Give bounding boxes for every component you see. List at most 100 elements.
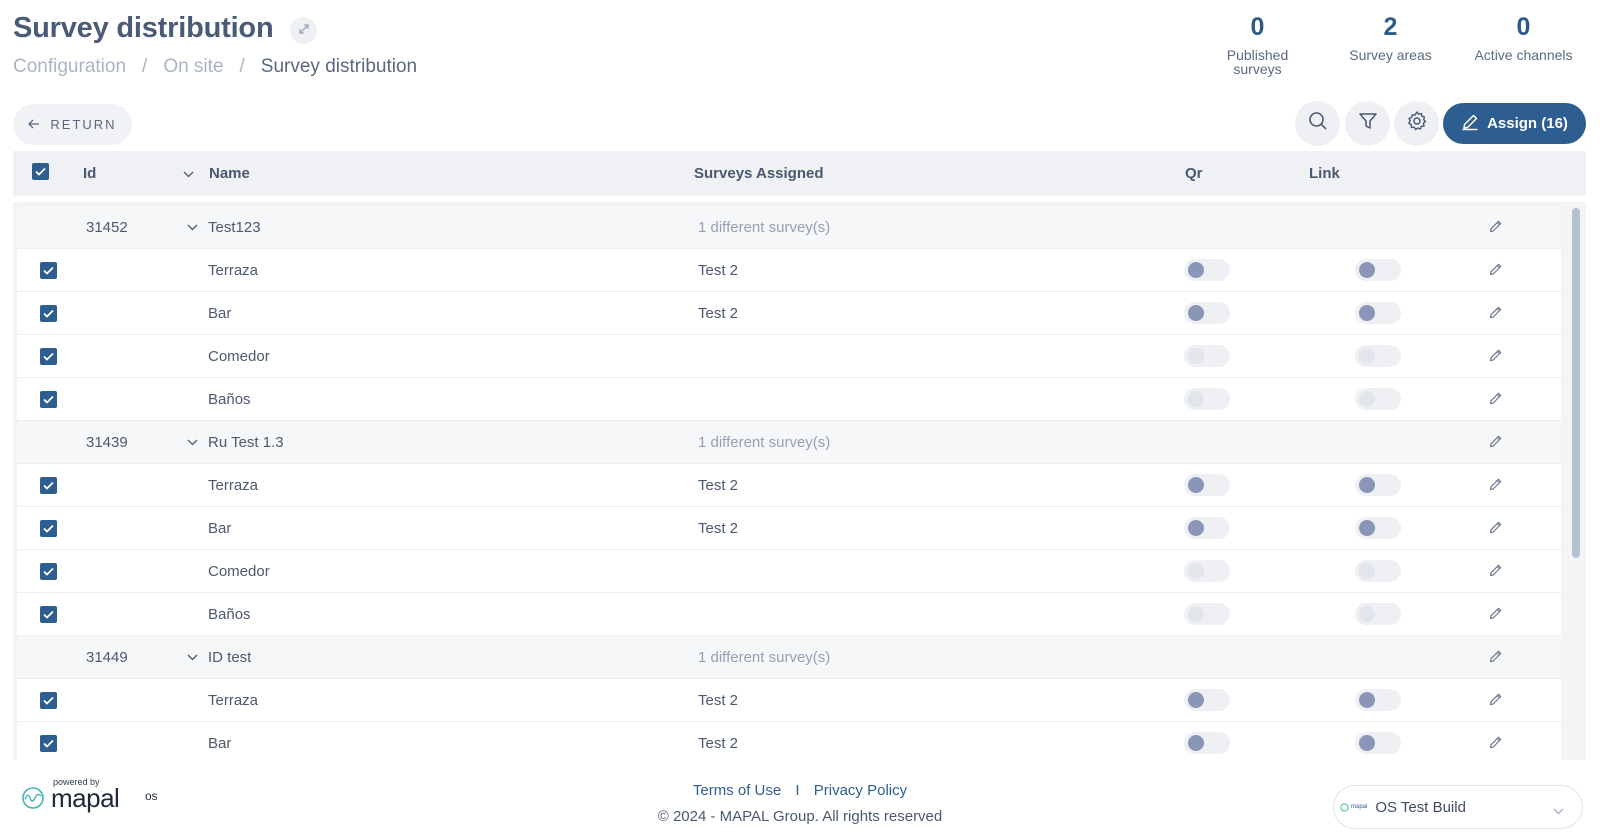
mini-logo: mapal [1340,802,1367,812]
chevron-down-icon[interactable] [187,218,198,235]
edit-icon[interactable] [1488,348,1503,367]
table-body: 31452 Test123 1 different survey(s) Terr… [13,202,1586,760]
row-checkbox[interactable] [40,562,57,580]
return-button[interactable]: RETURN [13,104,132,145]
row-survey: Test 2 [698,519,739,537]
stat-value: 0 [1250,13,1265,41]
row-survey-summary: 1 different survey(s) [698,433,831,451]
edit-icon[interactable] [1488,735,1503,754]
row-checkbox[interactable] [40,691,57,709]
table-row-group[interactable]: 31452 Test123 1 different survey(s) [17,206,1561,249]
table-row[interactable]: Terraza Test 2 [17,249,1561,292]
edit-icon[interactable] [1488,606,1503,625]
toggle-knob [1359,391,1375,407]
toggle-knob [1188,520,1204,536]
toggle-knob [1188,735,1204,751]
row-checkbox[interactable] [40,347,57,365]
row-name: Bar [208,304,232,322]
toggle-knob [1188,391,1204,407]
edit-icon[interactable] [1488,477,1503,496]
privacy-policy-link[interactable]: Privacy Policy [814,782,907,799]
qr-toggle[interactable] [1184,259,1230,281]
edit-icon[interactable] [1488,434,1503,453]
row-name: ID test [208,648,252,666]
edit-icon[interactable] [1488,692,1503,711]
breadcrumb-configuration[interactable]: Configuration [13,56,126,78]
chevron-down-icon[interactable] [183,165,194,182]
toggle-knob [1359,563,1375,579]
filter-button[interactable] [1345,101,1390,146]
link-toggle[interactable] [1355,517,1401,539]
edit-icon[interactable] [1488,563,1503,582]
link-toggle[interactable] [1355,732,1401,754]
qr-toggle[interactable] [1184,517,1230,539]
table-row[interactable]: Baños [17,378,1561,421]
select-all-checkbox[interactable] [32,163,49,180]
qr-toggle[interactable] [1184,732,1230,754]
qr-toggle [1184,560,1230,582]
edit-icon[interactable] [1488,649,1503,668]
table-row[interactable]: Terraza Test 2 [17,679,1561,722]
edit-icon[interactable] [1488,262,1503,281]
toggle-knob [1188,477,1204,493]
link-toggle[interactable] [1355,474,1401,496]
table-row[interactable]: Bar Test 2 [17,292,1561,335]
table-header: Id Name Surveys Assigned Qr Link [13,151,1586,196]
row-checkbox[interactable] [40,261,57,279]
scrollbar[interactable] [1572,208,1580,558]
stat-label: Active channels [1474,47,1573,63]
qr-toggle[interactable] [1184,302,1230,324]
toggle-knob [1359,262,1375,278]
row-id: 31439 [86,433,128,451]
row-checkbox[interactable] [40,519,57,537]
terms-of-use-link[interactable]: Terms of Use [693,782,781,799]
table-row-group[interactable]: 31449 ID test 1 different survey(s) [17,636,1561,679]
table-row[interactable]: Bar Test 2 [17,722,1561,760]
chevron-down-icon[interactable] [187,433,198,450]
row-name: Baños [208,605,251,623]
table-row[interactable]: Bar Test 2 [17,507,1561,550]
row-checkbox[interactable] [40,304,57,322]
row-checkbox[interactable] [40,476,57,494]
edit-icon[interactable] [1488,391,1503,410]
toggle-knob [1188,692,1204,708]
qr-toggle[interactable] [1184,689,1230,711]
row-name: Test123 [208,218,261,236]
table-row-group[interactable]: 31439 Ru Test 1.3 1 different survey(s) [17,421,1561,464]
table-row[interactable]: Comedor [17,335,1561,378]
chevron-down-icon[interactable] [187,648,198,665]
link-toggle[interactable] [1355,259,1401,281]
stat-published-surveys: 0 Published surveys [1191,12,1324,76]
expand-button[interactable] [290,17,317,44]
breadcrumb-on-site[interactable]: On site [163,56,223,78]
column-header-surveys-assigned[interactable]: Surveys Assigned [694,165,824,182]
breadcrumb-current: Survey distribution [260,56,418,77]
qr-toggle[interactable] [1184,474,1230,496]
arrow-left-icon [28,117,40,132]
row-checkbox[interactable] [40,605,57,623]
table-row[interactable]: Comedor [17,550,1561,593]
row-survey-summary: 1 different survey(s) [698,218,831,236]
link-toggle [1355,345,1401,367]
toggle-knob [1359,735,1375,751]
table-rows: 31452 Test123 1 different survey(s) Terr… [17,206,1561,760]
link-toggle[interactable] [1355,302,1401,324]
edit-icon[interactable] [1488,219,1503,238]
link-toggle[interactable] [1355,689,1401,711]
row-checkbox[interactable] [40,734,57,752]
column-header-id[interactable]: Id [83,165,96,182]
column-header-link[interactable]: Link [1309,165,1340,182]
column-header-qr[interactable]: Qr [1185,165,1203,182]
edit-icon[interactable] [1488,520,1503,539]
search-button[interactable] [1295,101,1340,146]
environment-select[interactable]: mapal OS Test Build [1333,785,1583,829]
assign-button[interactable]: Assign (16) [1443,103,1586,144]
table-row[interactable]: Baños [17,593,1561,636]
table-row[interactable]: Terraza Test 2 [17,464,1561,507]
gear-icon [1406,110,1428,137]
settings-button[interactable] [1394,101,1439,146]
row-checkbox[interactable] [40,390,57,408]
column-header-name[interactable]: Name [209,165,250,182]
edit-icon[interactable] [1488,305,1503,324]
stat-value: 0 [1516,13,1531,41]
